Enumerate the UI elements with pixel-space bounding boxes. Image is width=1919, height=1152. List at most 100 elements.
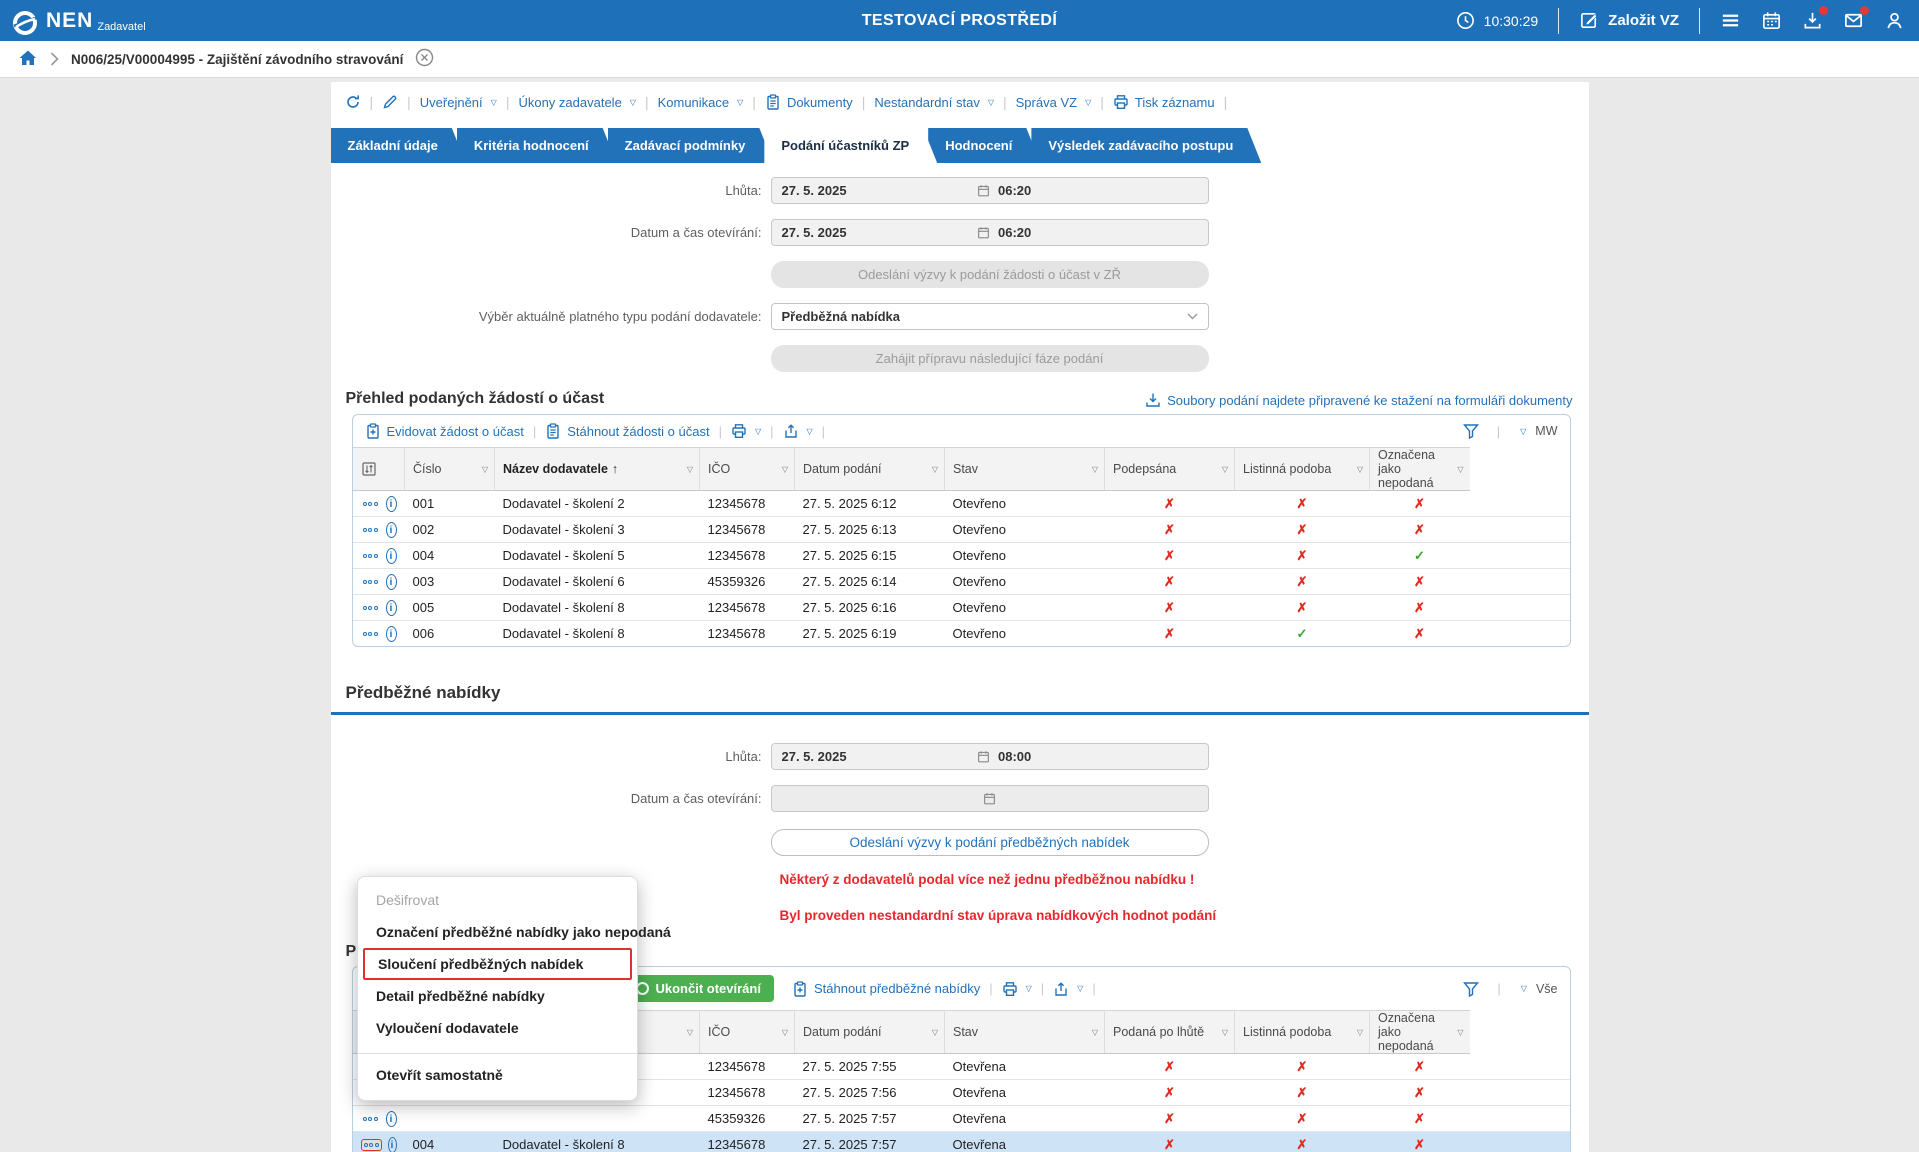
nen-logo[interactable]: NEN Zadavatel [10,4,350,38]
view-selector[interactable]: MW [1535,424,1557,438]
table-row[interactable]: i002Dodavatel - školení 31234567827. 5. … [353,517,1570,543]
toolbar-ukony-zadavatele[interactable]: Úkony zadavatele▽ [518,95,636,110]
row-info-icon[interactable]: i [386,496,397,512]
row-info-icon[interactable]: i [386,522,397,538]
print-button[interactable]: ▽ [1002,981,1032,997]
column-filter-icon[interactable]: ▽ [932,1028,938,1037]
column-filter-icon[interactable]: ▽ [1092,465,1098,474]
column-header[interactable]: Stav▽ [945,448,1105,491]
filter-button[interactable] [1463,981,1479,997]
tab-vysledek-zadavaciho-postupu[interactable]: Výsledek zadávacího postupu [1031,128,1261,163]
menu-item-detail-predbezne-nabidky[interactable]: Detail předběžné nabídky [358,980,637,1012]
column-filter-icon[interactable]: ▽ [1457,465,1463,474]
column-header[interactable]: Datum podání▽ [795,1011,945,1054]
export-button[interactable]: ▽ [1053,981,1083,997]
toolbar-edit[interactable] [382,94,398,110]
column-filter-icon[interactable]: ▽ [1222,465,1228,474]
finish-opening-button[interactable]: Ukončit otevírání [623,975,774,1002]
column-filter-icon[interactable]: ▽ [687,465,693,474]
column-header[interactable]: Označena jako nepodaná▽ [1370,1011,1470,1054]
participation-deadline-field[interactable]: 27. 5. 2025 06:20 [771,177,1209,204]
table-row[interactable]: i004Dodavatel - školení 51234567827. 5. … [353,543,1570,569]
column-header[interactable]: IČO▽ [700,448,795,491]
column-header[interactable]: Datum podání▽ [795,448,945,491]
column-filter-icon[interactable]: ▽ [1357,465,1363,474]
send-preliminary-request-button[interactable]: Odeslání výzvy k podání předběžných nabí… [771,829,1209,856]
toolbar-uverejneni[interactable]: Uveřejnění▽ [420,95,497,110]
download-requests-button[interactable]: Stáhnout žádosti o účast [545,423,709,439]
column-header[interactable]: IČO▽ [700,1011,795,1054]
calendar-button[interactable] [1761,10,1782,31]
tab-hodnoceni[interactable]: Hodnocení [928,128,1040,163]
print-button[interactable]: ▽ [731,423,761,439]
table-row[interactable]: i004Dodavatel - školení 81234567827. 5. … [353,1132,1570,1152]
calendar-icon[interactable] [977,226,990,239]
column-filter-icon[interactable]: ▽ [782,1028,788,1037]
row-menu-button[interactable] [361,551,380,561]
row-info-icon[interactable]: i [386,548,397,564]
column-header[interactable]: Název dodavatele↑▽ [495,448,700,491]
table-row[interactable]: i001Dodavatel - školení 21234567827. 5. … [353,491,1570,517]
column-filter-icon[interactable]: ▽ [1092,1028,1098,1037]
toolbar-komunikace[interactable]: Komunikace▽ [658,95,744,110]
tab-zakladni-udaje[interactable]: Základní údaje [331,128,466,163]
register-request-button[interactable]: Evidovat žádost o účast [365,423,524,439]
column-header[interactable]: Číslo▽ [405,448,495,491]
calendar-icon[interactable] [977,750,990,763]
chevron-down-icon[interactable]: ▽ [1520,427,1526,436]
filter-button[interactable] [1463,423,1479,439]
downloads-button[interactable] [1802,10,1823,31]
toolbar-nestandardni-stav[interactable]: Nestandardní stav▽ [874,95,994,110]
row-info-icon[interactable]: i [386,1111,397,1127]
table-row[interactable]: i005Dodavatel - školení 81234567827. 5. … [353,595,1570,621]
column-header[interactable]: Listinná podoba▽ [1235,1011,1370,1054]
row-menu-button[interactable] [361,577,380,587]
home-button[interactable] [18,48,38,71]
row-info-icon[interactable]: i [386,626,397,642]
toolbar-dokumenty[interactable]: Dokumenty [765,94,853,110]
column-header[interactable]: Označena jako nepodaná▽ [1370,448,1470,491]
row-menu-button[interactable] [361,1139,382,1151]
row-menu-button[interactable] [361,525,380,535]
table-row[interactable]: i006Dodavatel - školení 81234567827. 5. … [353,621,1570,647]
participation-opening-field[interactable]: 27. 5. 2025 06:20 [771,219,1209,246]
row-menu-button[interactable] [361,499,380,509]
menu-item-vylouceni-dodavatele[interactable]: Vyloučení dodavatele [358,1012,637,1044]
calendar-icon[interactable] [977,184,990,197]
create-vz-button[interactable]: Založit VZ [1579,10,1679,31]
column-filter-icon[interactable]: ▽ [1457,1028,1463,1037]
toolbar-refresh[interactable] [345,94,361,110]
column-filter-icon[interactable]: ▽ [482,465,488,474]
download-offers-button[interactable]: Stáhnout předběžné nabídky [792,981,980,997]
column-header[interactable]: Podaná po lhůtě▽ [1105,1011,1235,1054]
tab-kriteria-hodnoceni[interactable]: Kritéria hodnocení [457,128,617,163]
menu-button[interactable] [1720,10,1741,31]
column-settings[interactable] [353,448,405,491]
row-menu-button[interactable] [361,603,380,613]
preliminary-deadline-field[interactable]: 27. 5. 2025 08:00 [771,743,1209,770]
profile-button[interactable] [1884,10,1905,31]
toolbar-sprava-vz[interactable]: Správa VZ▽ [1016,95,1092,110]
column-header[interactable]: Listinná podoba▽ [1235,448,1370,491]
messages-button[interactable] [1843,10,1864,31]
table-row[interactable]: i003Dodavatel - školení 64535932627. 5. … [353,569,1570,595]
row-menu-button[interactable] [361,1114,380,1124]
tab-podani-ucastniku-zp[interactable]: Podání účastníků ZP [764,128,937,163]
menu-item-slouceni-predbeznych-nabidek[interactable]: Sloučení předběžných nabídek [363,948,632,980]
chevron-down-icon[interactable]: ▽ [1521,984,1527,993]
view-selector[interactable]: Vše [1536,982,1558,996]
submission-type-select[interactable]: Předběžná nabídka [771,303,1209,330]
column-header[interactable]: Podepsána▽ [1105,448,1235,491]
row-info-icon[interactable]: i [388,1137,397,1152]
column-filter-icon[interactable]: ▽ [1222,1028,1228,1037]
row-menu-button[interactable] [361,629,380,639]
close-record-button[interactable] [415,48,434,70]
row-info-icon[interactable]: i [386,600,397,616]
tab-zadavaci-podminky[interactable]: Zadávací podmínky [608,128,774,163]
row-info-icon[interactable]: i [386,574,397,590]
breadcrumb-record[interactable]: N006/25/V00004995 - Zajištění závodního … [71,52,403,67]
menu-item-oznaceni-jako-nepodana[interactable]: Označení předběžné nabídky jako nepodaná [358,916,637,948]
column-filter-icon[interactable]: ▽ [782,465,788,474]
column-filter-icon[interactable]: ▽ [1357,1028,1363,1037]
submission-files-link[interactable]: Soubory podání najdete připravené ke sta… [1145,392,1572,408]
